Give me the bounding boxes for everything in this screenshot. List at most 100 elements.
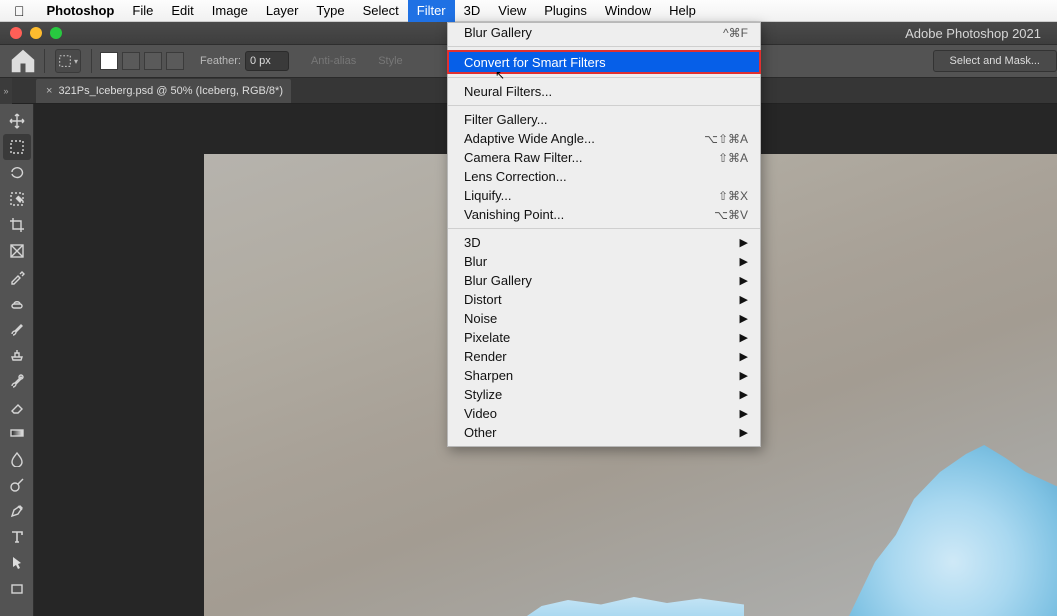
brush-tool[interactable] [3,316,31,342]
lasso-tool[interactable] [3,160,31,186]
panel-collapse-strip[interactable]: » [0,78,12,104]
menu-separator [448,46,760,47]
menu-item-label: Neural Filters... [464,84,552,99]
menu-item-vanishing-point[interactable]: Vanishing Point... ⌥⌘V [448,205,760,224]
close-tab-icon[interactable]: × [46,85,52,97]
chevron-right-icon: ▶ [740,312,748,325]
crop-tool[interactable] [3,212,31,238]
blur-tool[interactable] [3,446,31,472]
menu-type[interactable]: Type [307,0,353,22]
menu-item-shortcut: ⇧⌘X [718,189,748,203]
minimize-window-icon[interactable] [30,27,42,39]
menu-filter[interactable]: Filter [408,0,455,22]
menu-item-label: Adaptive Wide Angle... [464,131,595,146]
style-option[interactable]: Style [378,55,402,67]
menu-submenu-stylize[interactable]: Stylize▶ [448,385,760,404]
chevron-right-icon: ▶ [740,331,748,344]
path-selection-tool[interactable] [3,550,31,576]
separator [44,49,45,73]
menu-image[interactable]: Image [203,0,257,22]
menu-view[interactable]: View [489,0,535,22]
menu-submenu-video[interactable]: Video▶ [448,404,760,423]
menu-item-label: 3D [464,235,481,250]
menu-item-label: Vanishing Point... [464,207,564,222]
selection-mode-new[interactable] [100,52,118,70]
feather-label: Feather: [200,55,241,67]
pen-tool[interactable] [3,498,31,524]
menu-select[interactable]: Select [354,0,408,22]
feather-input[interactable]: 0 px [245,51,289,71]
menu-item-neural-filters[interactable]: Neural Filters... [448,82,760,101]
menu-item-liquify[interactable]: Liquify... ⇧⌘X [448,186,760,205]
tool-preset-picker[interactable]: ▾ [55,49,81,73]
chevron-right-icon: ▶ [740,426,748,439]
separator [91,49,92,73]
menu-item-lens-correction[interactable]: Lens Correction... [448,167,760,186]
close-window-icon[interactable] [10,27,22,39]
chevron-right-icon: » [3,86,8,96]
menu-item-last-filter[interactable]: Blur Gallery ^⌘F [448,23,760,42]
menu-submenu-other[interactable]: Other ▶ [448,423,760,442]
rectangle-tool[interactable] [3,576,31,602]
menu-item-label: Lens Correction... [464,169,567,184]
object-selection-tool[interactable] [3,186,31,212]
menu-item-label: Render [464,349,507,364]
select-and-mask-button[interactable]: Select and Mask... [933,50,1057,72]
traffic-lights[interactable] [0,27,62,39]
document-tab[interactable]: × 321Ps_Iceberg.psd @ 50% (Iceberg, RGB/… [36,79,291,103]
zoom-window-icon[interactable] [50,27,62,39]
eraser-tool[interactable] [3,394,31,420]
menu-item-label: Other [464,425,497,440]
history-brush-tool[interactable] [3,368,31,394]
menu-item-label: Blur Gallery [464,273,532,288]
menu-item-convert-smart-filters[interactable]: Convert for Smart Filters ↖ [448,51,760,73]
move-tool[interactable] [3,108,31,134]
menu-item-shortcut: ^⌘F [723,26,748,40]
home-button[interactable] [8,48,38,74]
iceberg-image [797,436,1057,616]
clone-stamp-tool[interactable] [3,342,31,368]
frame-tool[interactable] [3,238,31,264]
rectangular-marquee-tool[interactable] [3,134,31,160]
filter-menu-dropdown[interactable]: Blur Gallery ^⌘F Convert for Smart Filte… [447,22,761,447]
selection-mode-intersect[interactable] [166,52,184,70]
type-tool[interactable] [3,524,31,550]
menu-submenu-render[interactable]: Render▶ [448,347,760,366]
chevron-down-icon: ▾ [74,57,78,66]
menu-item-label: Distort [464,292,502,307]
menu-item-filter-gallery[interactable]: Filter Gallery... [448,110,760,129]
menu-submenu-noise[interactable]: Noise▶ [448,309,760,328]
menu-item-label: Camera Raw Filter... [464,150,582,165]
menu-item-label: Pixelate [464,330,510,345]
selection-mode-add[interactable] [122,52,140,70]
apple-menu-icon[interactable]:  [14,3,25,19]
menu-item-shortcut: ⌥⇧⌘A [704,132,748,146]
macos-menubar[interactable]:  Photoshop File Edit Image Layer Type S… [0,0,1057,22]
menu-separator [448,105,760,106]
menu-item-label: Filter Gallery... [464,112,548,127]
menu-submenu-pixelate[interactable]: Pixelate ▶ [448,328,760,347]
menu-photoshop[interactable]: Photoshop [38,0,124,22]
menu-plugins[interactable]: Plugins [535,0,596,22]
menu-file[interactable]: File [123,0,162,22]
menu-window[interactable]: Window [596,0,660,22]
gradient-tool[interactable] [3,420,31,446]
menu-item-adaptive-wide-angle[interactable]: Adaptive Wide Angle... ⌥⇧⌘A [448,129,760,148]
selection-mode-subtract[interactable] [144,52,162,70]
spot-healing-brush-tool[interactable] [3,290,31,316]
menu-help[interactable]: Help [660,0,705,22]
chevron-right-icon: ▶ [740,274,748,287]
menu-item-camera-raw-filter[interactable]: Camera Raw Filter... ⇧⌘A [448,148,760,167]
menu-submenu-blur-gallery[interactable]: Blur Gallery ▶ [448,271,760,290]
menu-item-label: Sharpen [464,368,513,383]
menu-submenu-sharpen[interactable]: Sharpen▶ [448,366,760,385]
chevron-right-icon: ▶ [740,293,748,306]
dodge-tool[interactable] [3,472,31,498]
menu-layer[interactable]: Layer [257,0,308,22]
menu-submenu-3d[interactable]: 3D▶ [448,233,760,252]
menu-edit[interactable]: Edit [162,0,202,22]
menu-submenu-blur[interactable]: Blur▶ [448,252,760,271]
menu-submenu-distort[interactable]: Distort ▶ [448,290,760,309]
eyedropper-tool[interactable] [3,264,31,290]
menu-3d[interactable]: 3D [455,0,490,22]
